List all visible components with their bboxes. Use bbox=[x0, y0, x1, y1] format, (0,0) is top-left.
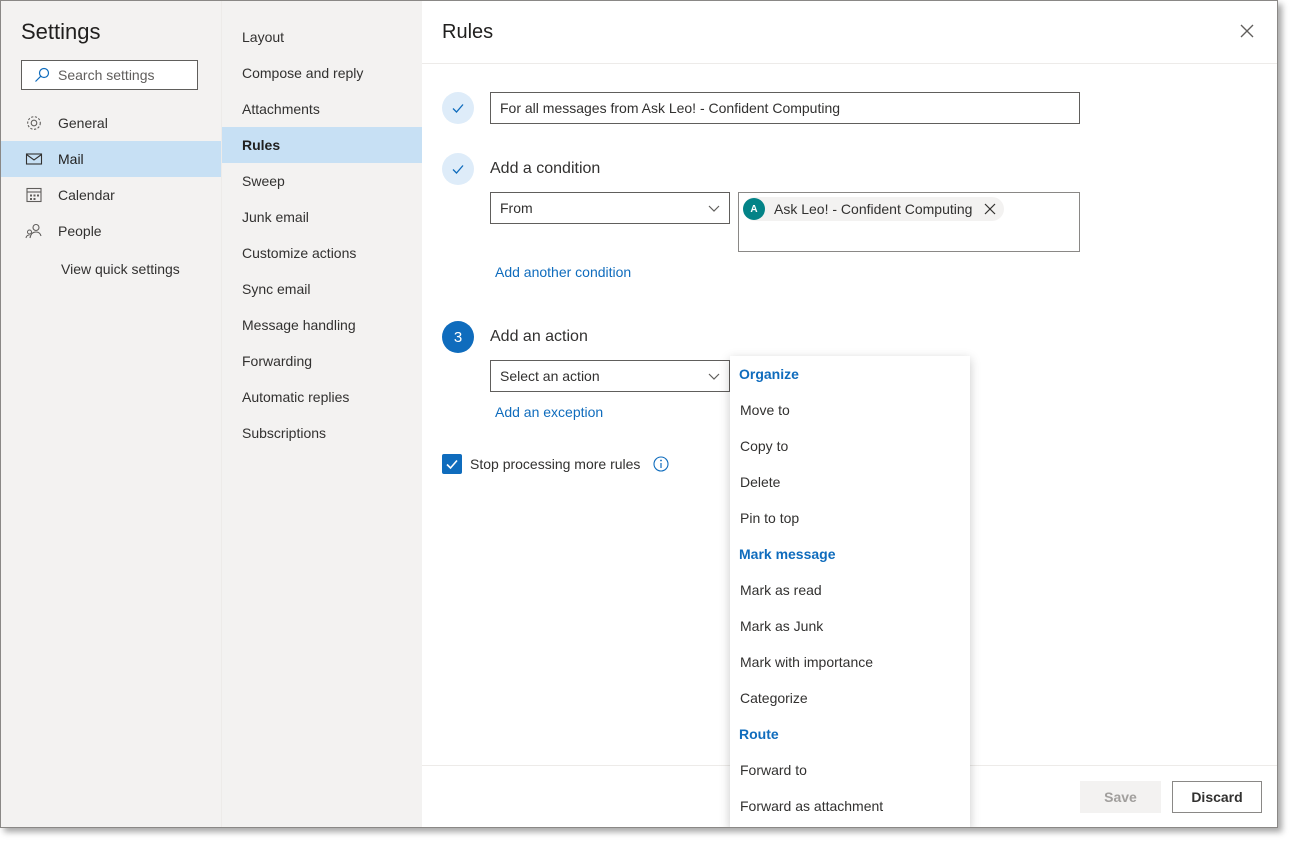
chevron-down-icon bbox=[708, 373, 720, 380]
checkmark-icon bbox=[452, 104, 464, 113]
category-item-message-handling[interactable]: Message handling bbox=[222, 307, 422, 343]
step-complete-indicator bbox=[442, 92, 474, 124]
discard-button[interactable]: Discard bbox=[1172, 781, 1262, 813]
menu-item-pin-to-top[interactable]: Pin to top bbox=[730, 500, 970, 536]
category-item-subscriptions[interactable]: Subscriptions bbox=[222, 415, 422, 451]
condition-value: From bbox=[500, 200, 533, 216]
checkmark-icon bbox=[446, 459, 458, 470]
from-recipient-field[interactable]: A Ask Leo! - Confident Computing bbox=[738, 192, 1080, 252]
search-placeholder: Search settings bbox=[58, 67, 155, 83]
nav-item-label: Mail bbox=[58, 151, 84, 167]
settings-sidebar: Settings Search settings General Mail Ca… bbox=[1, 1, 221, 827]
action-dropdown-menu: Organize Move to Copy to Delete Pin to top Ma… bbox=[730, 356, 970, 827]
action-dropdown[interactable]: Select an action bbox=[490, 360, 730, 392]
rule-name-input[interactable]: For all messages from Ask Leo! - Confide… bbox=[490, 92, 1080, 124]
category-item-compose-and-reply[interactable]: Compose and reply bbox=[222, 55, 422, 91]
avatar: A bbox=[743, 198, 765, 220]
calendar-icon bbox=[25, 186, 43, 204]
save-button[interactable]: Save bbox=[1080, 781, 1161, 813]
nav-item-mail[interactable]: Mail bbox=[1, 141, 221, 177]
divider bbox=[422, 63, 1277, 64]
mail-categories: Layout Compose and reply Attachments Rules S… bbox=[221, 1, 422, 827]
search-icon bbox=[34, 67, 50, 83]
menu-item-delete[interactable]: Delete bbox=[730, 464, 970, 500]
settings-dialog: Settings Search settings General Mail Ca… bbox=[0, 0, 1278, 828]
settings-nav: General Mail Calendar People View quick … bbox=[1, 105, 221, 287]
category-item-sync-email[interactable]: Sync email bbox=[222, 271, 422, 307]
add-another-condition-link[interactable]: Add another condition bbox=[495, 264, 631, 280]
category-item-automatic-replies[interactable]: Automatic replies bbox=[222, 379, 422, 415]
category-item-attachments[interactable]: Attachments bbox=[222, 91, 422, 127]
settings-title: Settings bbox=[21, 19, 101, 44]
menu-item-mark-as-junk[interactable]: Mark as Junk bbox=[730, 608, 970, 644]
sender-chip-label: Ask Leo! - Confident Computing bbox=[774, 201, 973, 217]
menu-item-categorize[interactable]: Categorize bbox=[730, 680, 970, 716]
info-icon[interactable] bbox=[653, 456, 669, 472]
category-item-sweep[interactable]: Sweep bbox=[222, 163, 422, 199]
condition-dropdown[interactable]: From bbox=[490, 192, 730, 224]
nav-item-people[interactable]: People bbox=[1, 213, 221, 249]
step-complete-indicator bbox=[442, 153, 474, 185]
sender-chip[interactable]: A Ask Leo! - Confident Computing bbox=[743, 197, 1005, 221]
step-number-badge: 3 bbox=[442, 321, 474, 353]
gear-icon bbox=[25, 114, 43, 132]
menu-item-move-to[interactable]: Move to bbox=[730, 392, 970, 428]
stop-processing-checkbox[interactable] bbox=[442, 454, 462, 474]
chevron-down-icon bbox=[708, 205, 720, 212]
checkmark-icon bbox=[452, 165, 464, 174]
mail-icon bbox=[25, 150, 43, 168]
close-icon bbox=[1240, 24, 1254, 38]
menu-item-forward-to[interactable]: Forward to bbox=[730, 752, 970, 788]
menu-item-mark-with-importance[interactable]: Mark with importance bbox=[730, 644, 970, 680]
close-button[interactable] bbox=[1239, 23, 1255, 39]
menu-group-header-route: Route bbox=[739, 726, 779, 742]
menu-item-copy-to[interactable]: Copy to bbox=[730, 428, 970, 464]
stop-processing-label: Stop processing more rules bbox=[470, 456, 641, 472]
category-item-customize-actions[interactable]: Customize actions bbox=[222, 235, 422, 271]
menu-item-mark-as-read[interactable]: Mark as read bbox=[730, 572, 970, 608]
remove-sender-button[interactable] bbox=[984, 203, 996, 215]
menu-item-forward-as-attachment[interactable]: Forward as attachment bbox=[730, 788, 970, 824]
condition-heading: Add a condition bbox=[490, 160, 601, 177]
nav-item-calendar[interactable]: Calendar bbox=[1, 177, 221, 213]
nav-item-general[interactable]: General bbox=[1, 105, 221, 141]
action-heading: Add an action bbox=[490, 328, 588, 345]
people-icon bbox=[25, 222, 43, 240]
nav-item-label: General bbox=[58, 115, 108, 131]
category-item-junk-email[interactable]: Junk email bbox=[222, 199, 422, 235]
view-quick-settings-link[interactable]: View quick settings bbox=[1, 251, 221, 287]
close-icon bbox=[985, 203, 996, 215]
action-placeholder: Select an action bbox=[500, 368, 600, 384]
nav-item-label: People bbox=[58, 223, 102, 239]
category-list: Layout Compose and reply Attachments Rules S… bbox=[222, 19, 422, 451]
menu-group-header-organize: Organize bbox=[739, 366, 799, 382]
category-item-layout[interactable]: Layout bbox=[222, 19, 422, 55]
page-title: Rules bbox=[442, 21, 494, 43]
nav-item-label: Calendar bbox=[58, 187, 115, 203]
menu-group-header-mark-message: Mark message bbox=[739, 546, 836, 562]
category-item-rules[interactable]: Rules bbox=[222, 127, 422, 163]
category-item-forwarding[interactable]: Forwarding bbox=[222, 343, 422, 379]
search-settings-input[interactable]: Search settings bbox=[21, 60, 198, 90]
add-exception-link[interactable]: Add an exception bbox=[495, 404, 603, 420]
